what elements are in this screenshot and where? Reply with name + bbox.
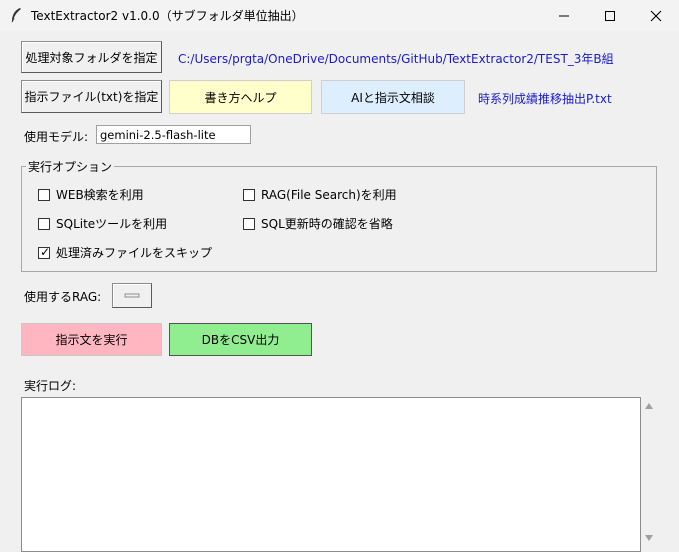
checkmark-icon: ✓ [39,244,51,259]
model-input[interactable]: gemini-2.5-flash-lite [96,125,251,144]
minimize-icon [559,15,569,16]
maximize-button[interactable] [587,0,633,31]
options-legend: 実行オプション [26,158,115,175]
select-instruction-file-button[interactable]: 指示ファイル(txt)を指定 [21,80,162,113]
folder-path: C:/Users/prgta/OneDrive/Documents/GitHub… [178,52,614,66]
web-search-checkbox[interactable]: WEB検索を利用 [38,186,144,203]
log-label: 実行ログ: [24,379,77,393]
checkbox-box: ✓ [38,244,51,259]
web-search-label: WEB検索を利用 [56,188,144,202]
feather-icon [11,8,21,23]
checkbox-box [38,217,50,230]
skip-sql-confirm-label: SQL更新時の確認を省略 [261,217,393,231]
scroll-down-icon[interactable] [645,535,653,541]
scroll-up-icon[interactable] [645,403,653,409]
skip-sql-confirm-checkbox[interactable]: SQL更新時の確認を省略 [243,215,393,232]
minimize-button[interactable] [541,0,587,31]
checkbox-box [38,188,50,201]
log-textarea[interactable] [21,397,641,552]
model-label: 使用モデル: [24,130,89,144]
close-icon [650,10,662,21]
rag-file-search-label: RAG(File Search)を利用 [261,188,397,202]
log-scrollbar[interactable] [641,397,658,552]
skip-processed-label: 処理済みファイルをスキップ [56,246,213,260]
rag-select[interactable] [112,283,152,308]
rag-label: 使用するRAG: [24,290,102,304]
rag-file-search-checkbox[interactable]: RAG(File Search)を利用 [243,186,397,203]
close-button[interactable] [633,0,679,31]
select-folder-button[interactable]: 処理対象フォルダを指定 [21,41,162,73]
skip-processed-checkbox[interactable]: ✓ 処理済みファイルをスキップ [38,244,212,261]
export-csv-button[interactable]: DBをCSV出力 [169,323,312,356]
title-bar: TextExtractor2 v1.0.0（サブフォルダ単位抽出） [0,0,679,31]
instruction-file-name: 時系列成績推移抽出P.txt [478,92,612,106]
window-title: TextExtractor2 v1.0.0（サブフォルダ単位抽出） [31,9,304,23]
sqlite-tool-checkbox[interactable]: SQLiteツールを利用 [38,215,167,232]
writing-help-button[interactable]: 書き方ヘルプ [169,80,312,114]
sqlite-tool-label: SQLiteツールを利用 [56,217,168,231]
checkbox-box [243,188,255,201]
checkbox-box [243,217,255,230]
dropdown-indicator-icon [124,293,140,297]
ai-consult-button[interactable]: AIと指示文相談 [321,80,465,114]
run-instruction-button[interactable]: 指示文を実行 [21,323,162,356]
maximize-icon [605,10,615,21]
